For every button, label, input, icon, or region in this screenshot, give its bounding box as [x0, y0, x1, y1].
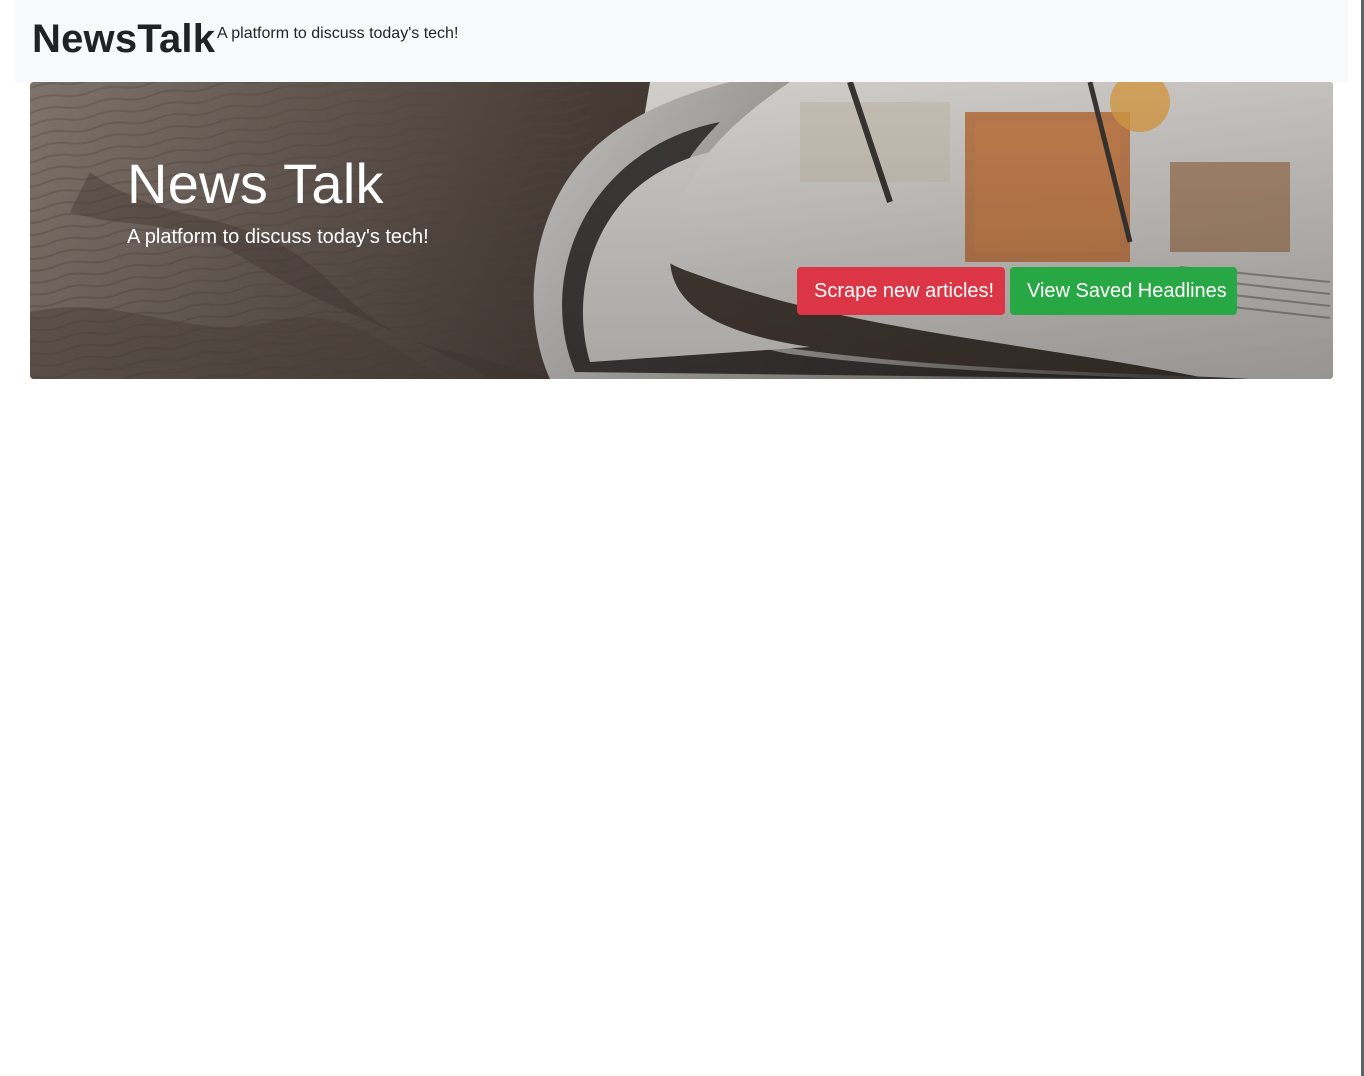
navbar-tagline: A platform to discuss today's tech!: [217, 25, 459, 42]
hero-subtitle: A platform to discuss today's tech!: [127, 226, 429, 248]
view-saved-headlines-button[interactable]: View Saved Headlines: [1010, 267, 1237, 315]
hero-title: News Talk: [127, 152, 384, 215]
hero-jumbotron: News Talk A platform to discuss today's …: [30, 82, 1333, 379]
navbar: NewsTalk A platform to discuss today's t…: [15, 0, 1348, 82]
scrape-articles-button[interactable]: Scrape new articles!: [797, 267, 1005, 315]
navbar-brand[interactable]: NewsTalk: [32, 15, 215, 63]
page: NewsTalk A platform to discuss today's t…: [0, 0, 1364, 1076]
